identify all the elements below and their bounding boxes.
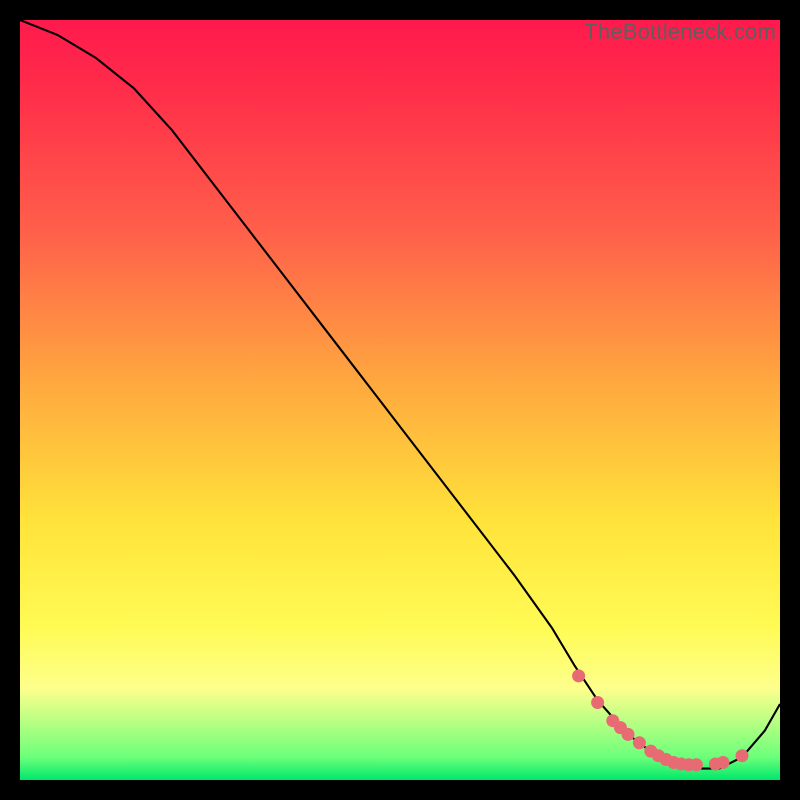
highlight-dots (572, 669, 748, 771)
dot (717, 756, 730, 769)
dot (591, 696, 604, 709)
plot-area: TheBottleneck.com (20, 20, 780, 780)
bottleneck-curve (20, 20, 780, 769)
dot (622, 728, 635, 741)
chart-frame: TheBottleneck.com (0, 0, 800, 800)
dot (572, 669, 585, 682)
curve-svg (20, 20, 780, 780)
dot (690, 758, 703, 771)
dot (736, 749, 749, 762)
dot (633, 736, 646, 749)
